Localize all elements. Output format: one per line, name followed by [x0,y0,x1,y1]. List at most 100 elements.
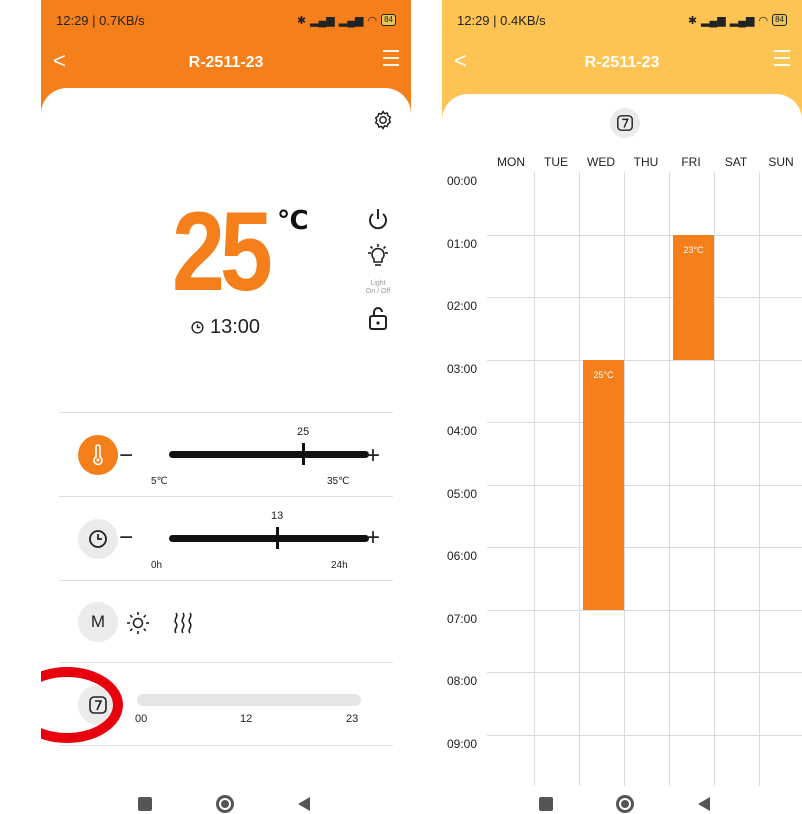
clock-icon [89,530,107,548]
time-setting-row: − 13 + 0h 24h [59,496,393,580]
time-slider[interactable] [169,527,369,549]
signal-icon: ▂▄▆ [338,14,364,27]
battery-icon: 84 [772,14,787,26]
page-title: R-2511-23 [188,54,264,71]
light-toggle-label: Light On / Off [365,280,391,295]
clock-time: 13:00 [210,316,261,338]
schedule-timeline-bar[interactable] [137,694,361,706]
day-header-sat: SAT [724,155,748,169]
grid-row-line [487,484,802,486]
time-decrease-button[interactable]: − [119,526,133,550]
system-nav-bar [41,795,411,814]
battery-icon: 84 [381,14,396,26]
day-header-sun: SUN [768,155,794,169]
status-bar: 12:29 | 0.7KB/s ✱ ▂▄▆ ▂▄▆ ◠ 84 [41,0,411,40]
temperature-max-label: 35℃ [327,476,350,487]
grid-row-line [487,234,802,236]
wifi-icon: ◠ [367,14,378,27]
time-slider-value: 13 [271,510,284,522]
grid-row-line [487,359,802,361]
power-icon[interactable] [365,206,391,232]
light-bulb-icon[interactable] [365,243,391,271]
thermostat-screen: 12:29 | 0.7KB/s ✱ ▂▄▆ ▂▄▆ ◠ 84 < R-2511-… [41,0,411,814]
unlock-icon[interactable] [365,304,391,332]
time-max-label: 24h [331,560,348,571]
current-temperature: 25 [172,189,273,314]
day-header-wed: WED [587,155,615,169]
hour-label: 07:00 [447,611,478,626]
mode-row: M [59,580,393,662]
grid-column-line [714,172,715,786]
clock-button[interactable] [78,519,118,559]
hour-label: 03:00 [447,361,478,376]
grid-column-line [534,172,535,786]
thermometer-button[interactable] [78,435,118,475]
schedule-tick-end: 23 [346,713,359,725]
back-arrow-icon[interactable]: < [53,48,66,74]
time-slider-thumb[interactable] [276,527,279,549]
schedule-tick-mid: 12 [240,713,253,725]
recent-apps-icon[interactable] [539,797,553,811]
time-min-label: 0h [151,560,163,571]
temperature-slider-thumb[interactable] [302,443,305,465]
time-increase-button[interactable]: + [366,526,380,550]
title-bar: < R-2511-23 [442,40,802,86]
temperature-setting-row: − 25 + 5℃ 35℃ [59,412,393,496]
signal-icon: ▂▄▆ [729,14,755,27]
hour-label: 09:00 [447,736,478,751]
signal-icon: ▂▄▆ [701,14,726,27]
page-title: R-2511-23 [584,54,660,71]
status-bar: 12:29 | 0.4KB/s ✱ ▂▄▆ ▂▄▆ ◠ 84 [442,0,802,40]
temperature-unit: ℃ [277,205,309,235]
signal-icon: ▂▄▆ [310,14,335,27]
weekly-schedule-screen: 12:29 | 0.4KB/s ✱ ▂▄▆ ▂▄▆ ◠ 84 < R-2511-… [442,0,802,814]
hour-label: 05:00 [447,486,478,501]
clock-display: 13:00 [191,316,260,339]
grid-row-line [487,422,802,423]
grid-row-line [487,672,802,673]
status-time: 12:29 | 0.4KB/s [457,12,546,28]
hour-label: 06:00 [447,549,478,563]
day-header-mon: MON [497,155,525,169]
schedule-block[interactable]: 25°C [583,359,624,610]
menu-icon[interactable] [383,50,399,66]
hour-label: 04:00 [447,424,478,438]
grid-row-line [487,297,802,298]
title-bar: < R-2511-23 [41,40,411,86]
home-icon[interactable] [216,795,234,813]
clock-icon [191,321,204,334]
hour-label: 01:00 [447,236,478,251]
sun-icon[interactable] [126,611,150,635]
home-icon[interactable] [616,795,634,813]
temperature-slider[interactable] [169,443,369,465]
back-arrow-icon[interactable]: < [454,48,467,74]
temperature-decrease-button[interactable]: − [119,444,133,468]
bluetooth-icon: ✱ [296,14,307,27]
back-icon[interactable] [698,797,710,811]
settings-gear-icon[interactable] [372,109,394,131]
schedule-tick-start: 00 [135,713,148,725]
grid-row-line [487,734,802,736]
day-header-fri: FRI [681,155,701,169]
wifi-icon: ◠ [758,14,769,27]
grid-column-line [669,172,670,786]
hour-label: 02:00 [447,299,478,313]
hour-label: 08:00 [447,674,478,688]
back-icon[interactable] [298,797,310,811]
grid-column-line [579,172,580,786]
day-header-thu: THU [633,155,659,169]
menu-icon[interactable] [774,50,790,66]
temperature-min-label: 5℃ [151,476,168,487]
schedule-block[interactable]: 23°C [673,234,714,360]
thermometer-icon [93,444,103,466]
recent-apps-icon[interactable] [138,797,152,811]
weekly-schedule-button[interactable] [610,108,640,138]
mode-button[interactable]: M [78,602,118,642]
grid-column-line [759,172,760,786]
heating-waves-icon[interactable] [172,611,194,635]
day-header-tue: TUE [544,155,568,169]
bluetooth-icon: ✱ [687,14,698,27]
grid-column-line [624,172,625,786]
hour-label: 00:00 [447,174,478,188]
temperature-increase-button[interactable]: + [366,444,380,468]
